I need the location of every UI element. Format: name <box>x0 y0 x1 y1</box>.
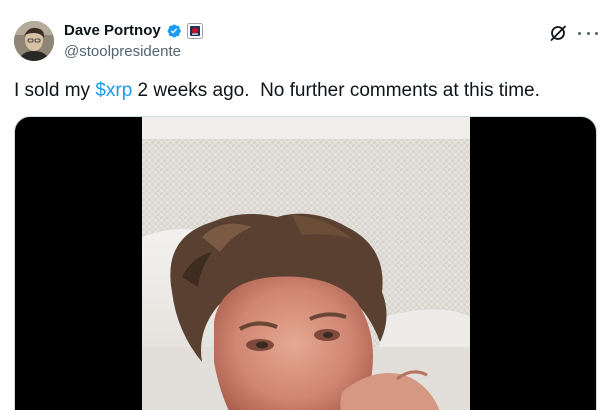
avatar-image <box>14 21 54 61</box>
video-still-image <box>142 117 470 410</box>
tweet-card[interactable]: Dave Portnoy @stoolpresidente I sold my … <box>0 0 615 410</box>
tweet-text-after: 2 weeks ago. No further comments at this… <box>132 80 540 101</box>
cashtag-link[interactable]: $xrp <box>95 80 132 101</box>
author-display-name[interactable]: Dave Portnoy <box>64 21 161 41</box>
more-options-icon[interactable] <box>578 23 598 43</box>
verified-badge-icon[interactable] <box>166 23 182 39</box>
video-frame[interactable] <box>142 117 470 410</box>
avatar[interactable] <box>14 21 54 61</box>
grok-icon[interactable] <box>549 24 567 42</box>
tweet-text-before: I sold my <box>14 80 96 101</box>
tweet-video[interactable] <box>14 116 597 410</box>
tweet-text: I sold my $xrp 2 weeks ago. No further c… <box>14 79 540 103</box>
affiliate-badge-icon[interactable] <box>186 23 203 39</box>
author-handle[interactable]: @stoolpresidente <box>64 42 181 62</box>
author-name-row[interactable]: Dave Portnoy <box>64 21 203 41</box>
